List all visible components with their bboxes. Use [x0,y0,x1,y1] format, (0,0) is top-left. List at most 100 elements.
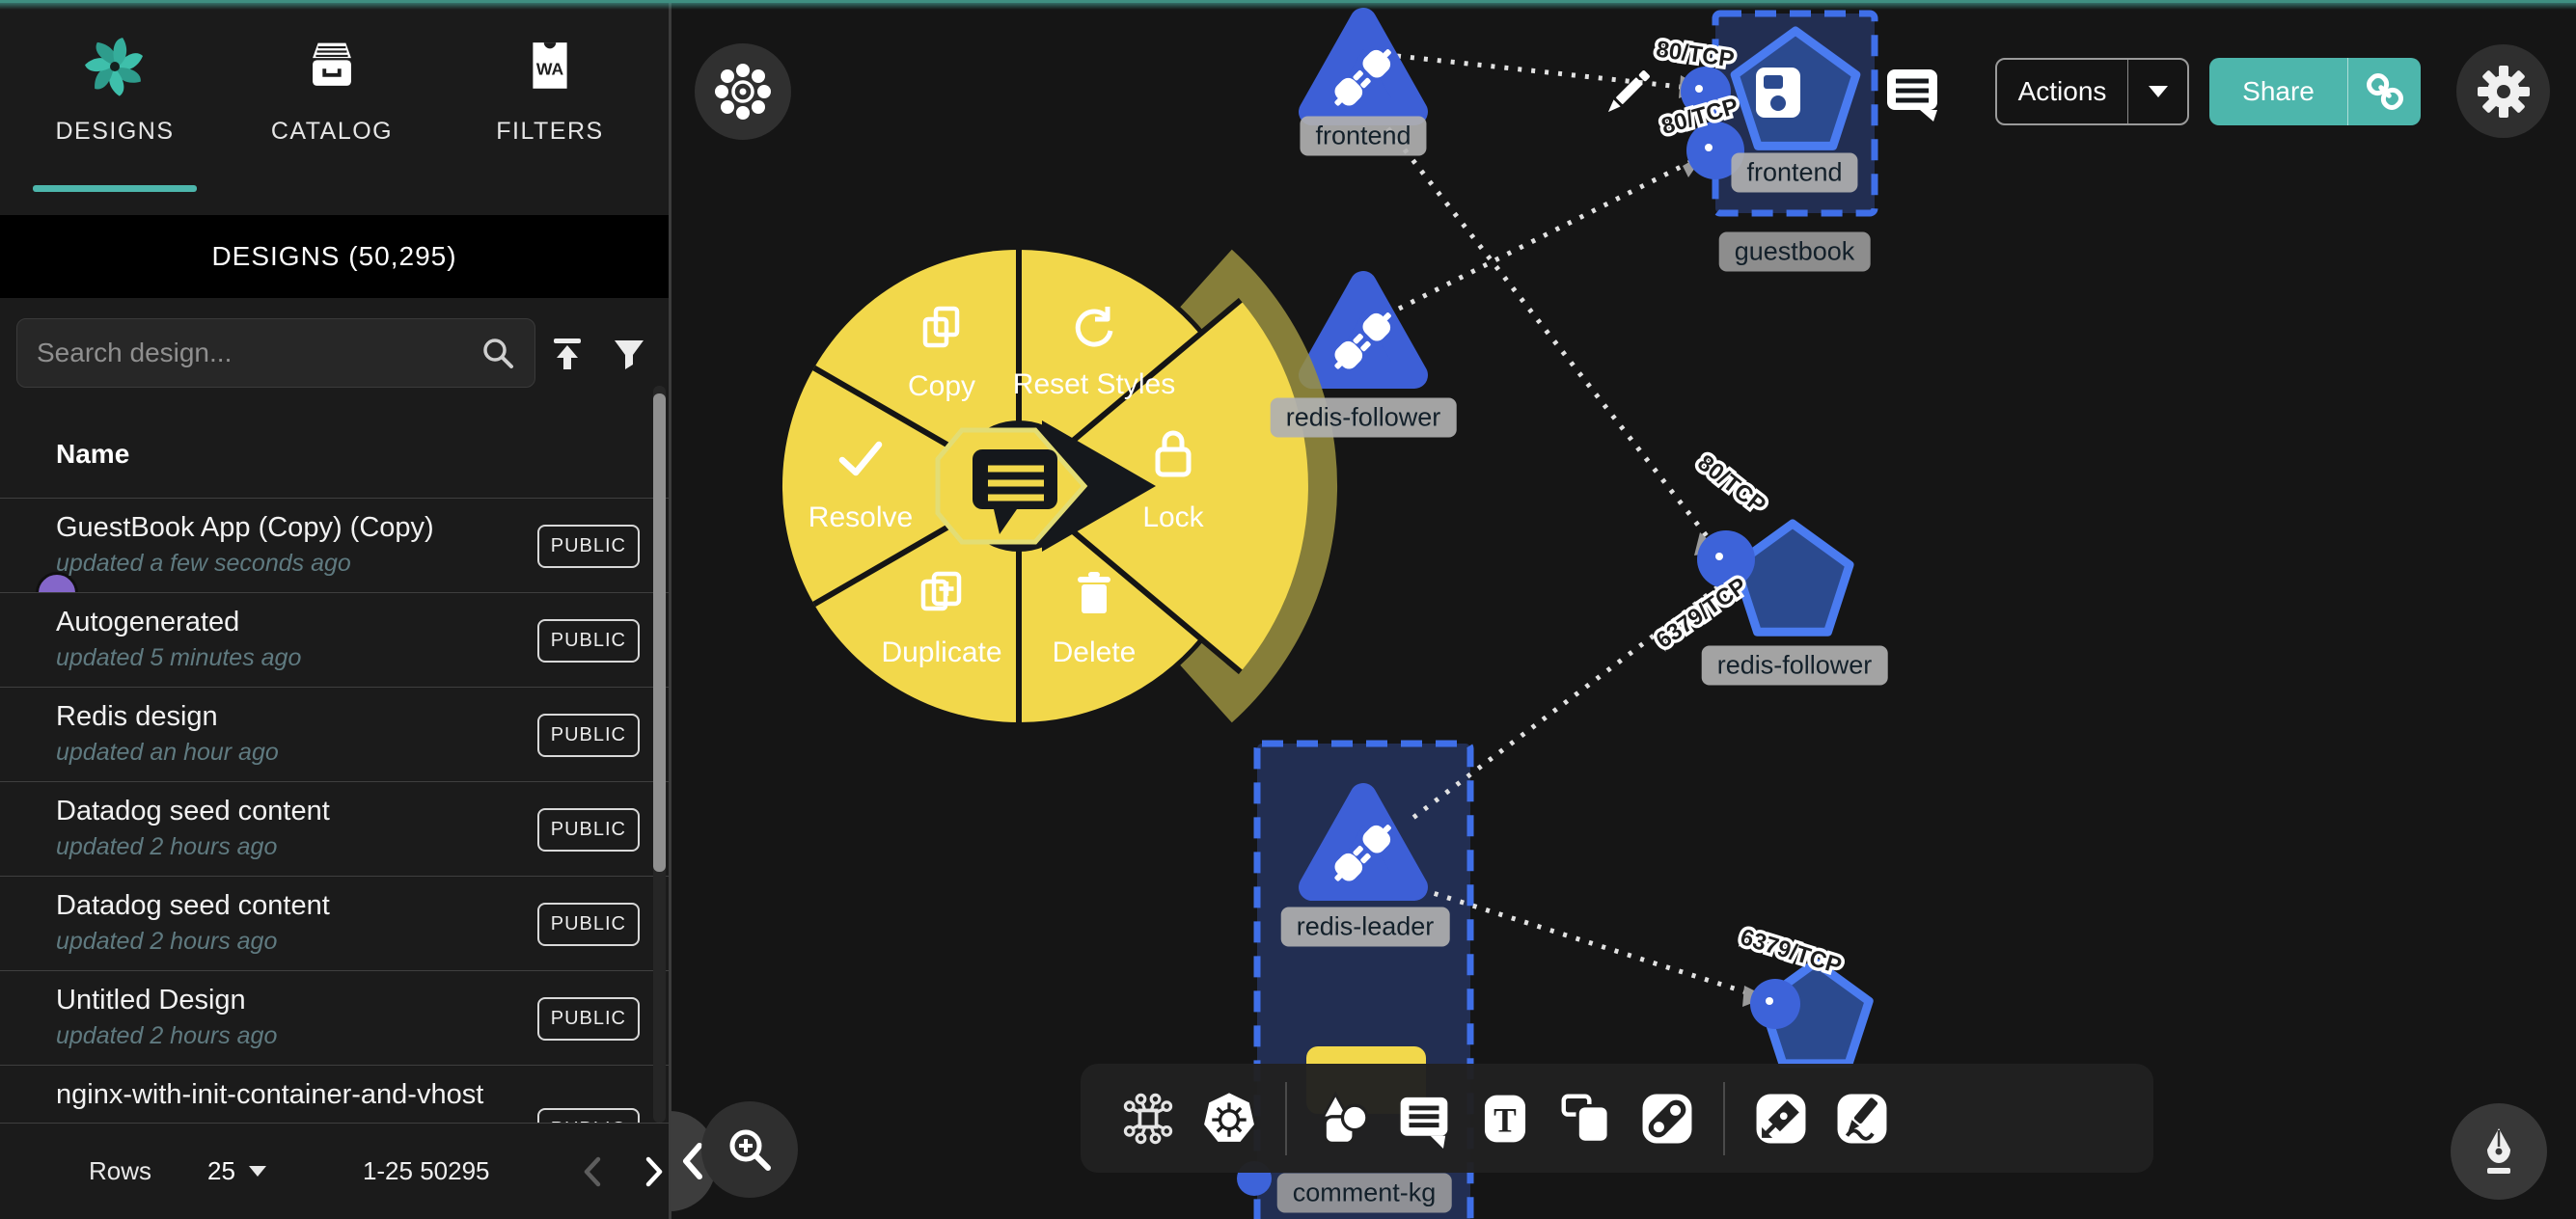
actions-button[interactable]: Actions [1995,58,2189,125]
comments-indicator-icon[interactable] [1883,64,1941,126]
actions-label: Actions [1997,60,2128,123]
visibility-badge: PUBLIC [537,1108,640,1123]
design-row[interactable]: Untitled Design updated 2 hours ago PUBL… [0,970,669,1065]
edge-frontend-guestbook[interactable] [1397,56,1698,89]
edge-redisfollower-guestbook[interactable] [1399,160,1694,309]
panel-divider [669,0,671,1219]
edge-frontend-redisfollower[interactable] [1380,118,1717,550]
radial-context-menu: Copy Reset Styles Resolve Lock Duplicate… [782,250,1337,743]
comment-tool-icon [1394,1089,1454,1149]
design-name: Autogenerated [56,607,239,638]
design-row[interactable]: nginx-with-init-container-and-vhost PUBL… [0,1065,669,1123]
comment-tool[interactable] [1384,1078,1465,1159]
designs-list: GuestBook App (Copy) (Copy) updated a fe… [0,498,669,1123]
design-updated: updated 2 hours ago [56,928,277,956]
rows-per-page-value: 25 [207,1156,235,1186]
cluster-dots-icon [714,63,772,121]
delete-icon [1078,572,1110,613]
tab-designs[interactable]: DESIGNS [18,29,211,183]
radial-delete-label: Delete [1053,637,1137,668]
app-window: Copy Reset Styles Resolve Lock Duplicate… [0,0,2576,1219]
share-button[interactable]: Share [2209,58,2421,125]
components-icon [1119,1090,1177,1148]
chevron-down-icon [2146,83,2171,100]
visibility-badge: PUBLIC [537,714,640,757]
node-label-guestbook-app: frontend [1731,153,1857,193]
frontend-service-node[interactable] [1312,21,1414,113]
active-tab-indicator [33,185,197,192]
design-name: Datadog seed content [56,890,330,922]
column-name-label: Name [56,439,129,470]
chevron-down-icon [249,1166,266,1177]
designs-panel-title: DESIGNS (50,295) [0,215,669,298]
svg-text:T: T [1494,1100,1517,1139]
search-icon [479,334,517,372]
node-shape-tool[interactable] [1546,1078,1627,1159]
node-label-comment: comment-kg [1277,1174,1452,1213]
tab-filters-label: FILTERS [496,118,603,146]
sidebar-tabs: DESIGNS CATALOG [0,0,669,214]
components-tool[interactable] [1108,1078,1189,1159]
import-design-button[interactable] [540,327,594,381]
filter-designs-button[interactable] [602,327,656,381]
wasm-filters-icon: WA [522,29,578,104]
tab-catalog-label: CATALOG [271,118,393,146]
save-icon [1756,68,1800,118]
node-label-redis-follower-app: redis-follower [1702,646,1888,686]
design-row[interactable]: Datadog seed content updated 2 hours ago… [0,876,669,970]
svg-text:WA: WA [536,59,564,78]
rows-per-page-select[interactable]: 25 [207,1156,266,1186]
sidebar-scrollbar-thumb[interactable] [653,393,666,872]
radial-lock-label: Lock [1142,501,1204,533]
design-updated: updated 5 minutes ago [56,644,301,672]
list-column-header: Name [0,410,669,498]
tab-catalog[interactable]: CATALOG [235,29,428,183]
text-tool[interactable]: T [1465,1078,1546,1159]
tab-filters[interactable]: WA FILTERS [453,29,646,183]
node-label-redis-leader-service: redis-leader [1281,907,1450,947]
radial-copy-label: Copy [908,370,975,402]
edge-link-tool[interactable] [1627,1078,1708,1159]
redis-follower-app-node[interactable] [1736,524,1850,632]
zoom-button[interactable] [701,1101,798,1198]
design-row[interactable]: Autogenerated updated 5 minutes ago PUBL… [0,592,669,687]
search-input[interactable] [35,337,479,369]
visibility-badge: PUBLIC [537,619,640,663]
design-row[interactable]: Datadog seed content updated 2 hours ago… [0,781,669,876]
search-input-wrap[interactable] [16,318,535,388]
rectangle-node-icon [1556,1089,1616,1149]
funnel-icon [608,333,650,375]
design-updated: updated an hour ago [56,739,279,767]
node-label-redis-follower-service: redis-follower [1271,398,1457,438]
design-row[interactable]: GuestBook App (Copy) (Copy) updated a fe… [0,498,669,592]
settings-button[interactable] [2456,44,2550,138]
toolbar-separator [1723,1082,1725,1155]
next-page-button[interactable] [644,1155,665,1188]
previous-page-button[interactable] [582,1155,603,1188]
edge-label: 80/TCP [1692,449,1770,518]
draw-edge-tool[interactable] [1740,1078,1822,1159]
shapes-icon [1313,1089,1373,1149]
actions-dropdown-caret[interactable] [2128,60,2187,123]
visibility-badge: PUBLIC [537,808,640,852]
design-name: GuestBook App (Copy) (Copy) [56,512,434,544]
edge-label: 6379/TCP [1738,924,1845,979]
node-label-guestbook-group: guestbook [1719,232,1871,272]
pen-mode-button[interactable] [2451,1103,2547,1200]
design-updated: updated 2 hours ago [56,833,277,861]
redis-follower-service-node[interactable] [1312,284,1414,376]
text-tool-icon: T [1475,1089,1535,1149]
canvas-overview-button[interactable] [695,43,791,140]
pen-arrow-icon [1751,1089,1811,1149]
shapes-tool[interactable] [1302,1078,1384,1159]
design-row[interactable]: Redis design updated an hour ago PUBLIC [0,687,669,781]
toolbar-separator [1285,1082,1287,1155]
share-label: Share [2209,58,2348,125]
kubernetes-tool[interactable] [1189,1078,1270,1159]
edit-pencil-icon[interactable] [1604,69,1650,115]
rows-label: Rows [89,1156,151,1186]
copy-link-icon[interactable] [2348,58,2421,125]
freehand-draw-tool[interactable] [1822,1078,1903,1159]
zoom-in-icon [722,1122,778,1178]
design-name: nginx-with-init-container-and-vhost [56,1079,483,1111]
